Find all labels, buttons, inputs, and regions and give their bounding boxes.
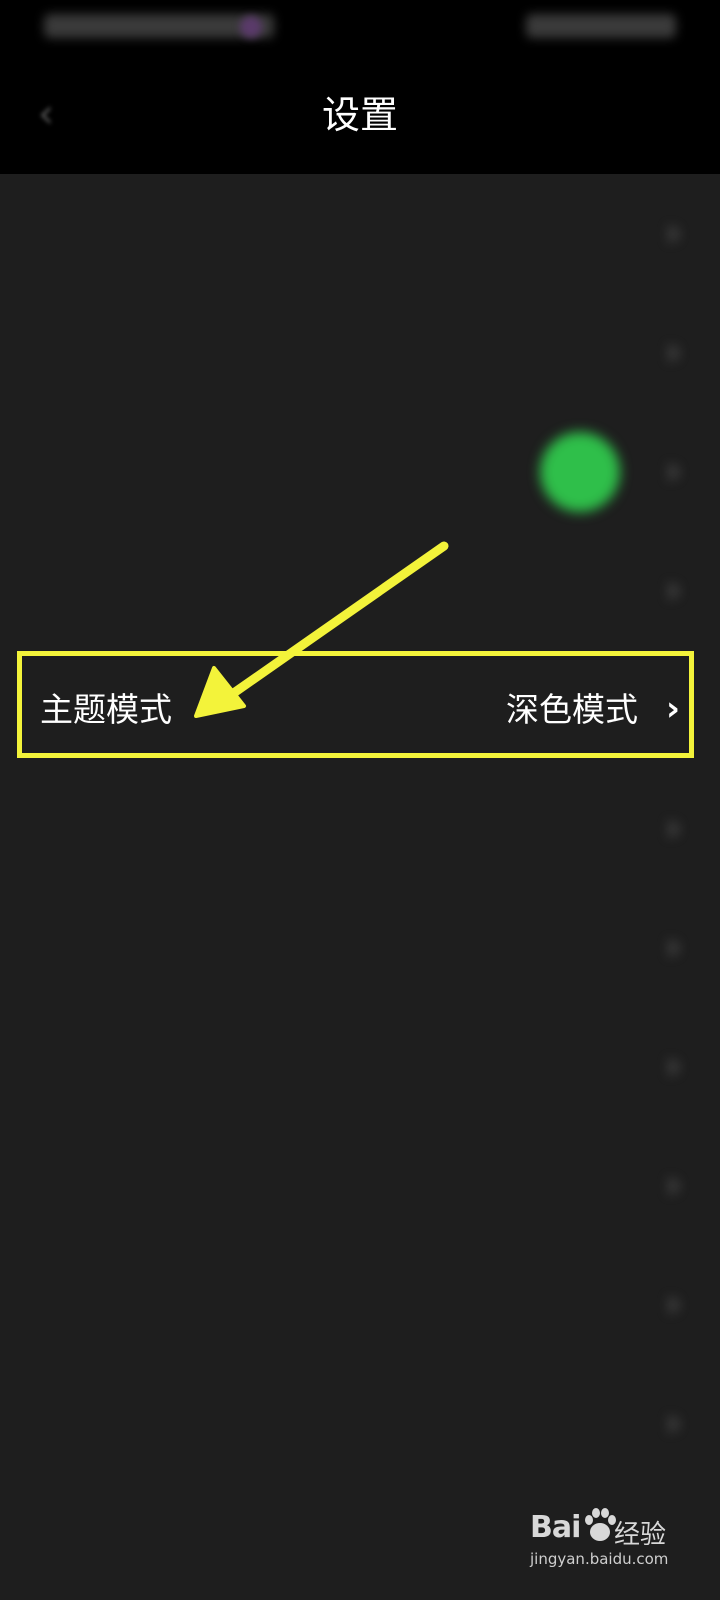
chevron-right-icon: › [666, 332, 680, 372]
chevron-right-icon: › [666, 570, 680, 610]
status-bar [0, 0, 720, 56]
chevron-right-icon: › [666, 1284, 680, 1324]
settings-row[interactable]: › [0, 1364, 720, 1483]
avatar [540, 432, 620, 512]
settings-row[interactable]: › [0, 769, 720, 888]
settings-list: › › › › 主题模式 深色模式 › › › › › › › [0, 174, 720, 1600]
paw-icon [585, 1508, 616, 1541]
chevron-right-icon: › [666, 808, 680, 848]
settings-row[interactable]: › [0, 888, 720, 1007]
status-notification-icon [240, 16, 262, 38]
theme-mode-value: 深色模式 [506, 690, 638, 729]
settings-row[interactable]: › [0, 1007, 720, 1126]
chevron-right-icon: › [666, 1403, 680, 1443]
page-title: 设置 [321, 93, 398, 137]
settings-row[interactable]: › [0, 1245, 720, 1364]
watermark-url: jingyan.baidu.com [530, 1550, 669, 1568]
settings-row[interactable]: › [0, 531, 720, 650]
watermark-brand-suffix: 经验 [614, 1520, 667, 1550]
chevron-right-icon: › [665, 689, 680, 729]
chevron-right-icon: › [666, 451, 680, 491]
status-battery-blurred [526, 14, 676, 38]
chevron-right-icon: › [666, 1046, 680, 1086]
settings-row[interactable]: › [0, 412, 720, 531]
chevron-right-icon: › [666, 213, 680, 253]
chevron-right-icon: › [666, 1165, 680, 1205]
settings-row-theme-mode[interactable]: 主题模式 深色模式 › [0, 650, 720, 769]
watermark: Bai 经验 jingyan.baidu.com [530, 1504, 680, 1578]
settings-row[interactable]: › [0, 1126, 720, 1245]
settings-row[interactable]: › [0, 174, 720, 293]
watermark-brand: Bai [530, 1510, 581, 1545]
theme-mode-label: 主题模式 [40, 690, 172, 729]
header: ‹ 设置 [0, 56, 720, 174]
settings-screen: ‹ 设置 › › › › 主题模式 深色模式 › › › › › › › Bai… [0, 0, 720, 1600]
chevron-right-icon: › [666, 927, 680, 967]
settings-row[interactable]: › [0, 293, 720, 412]
